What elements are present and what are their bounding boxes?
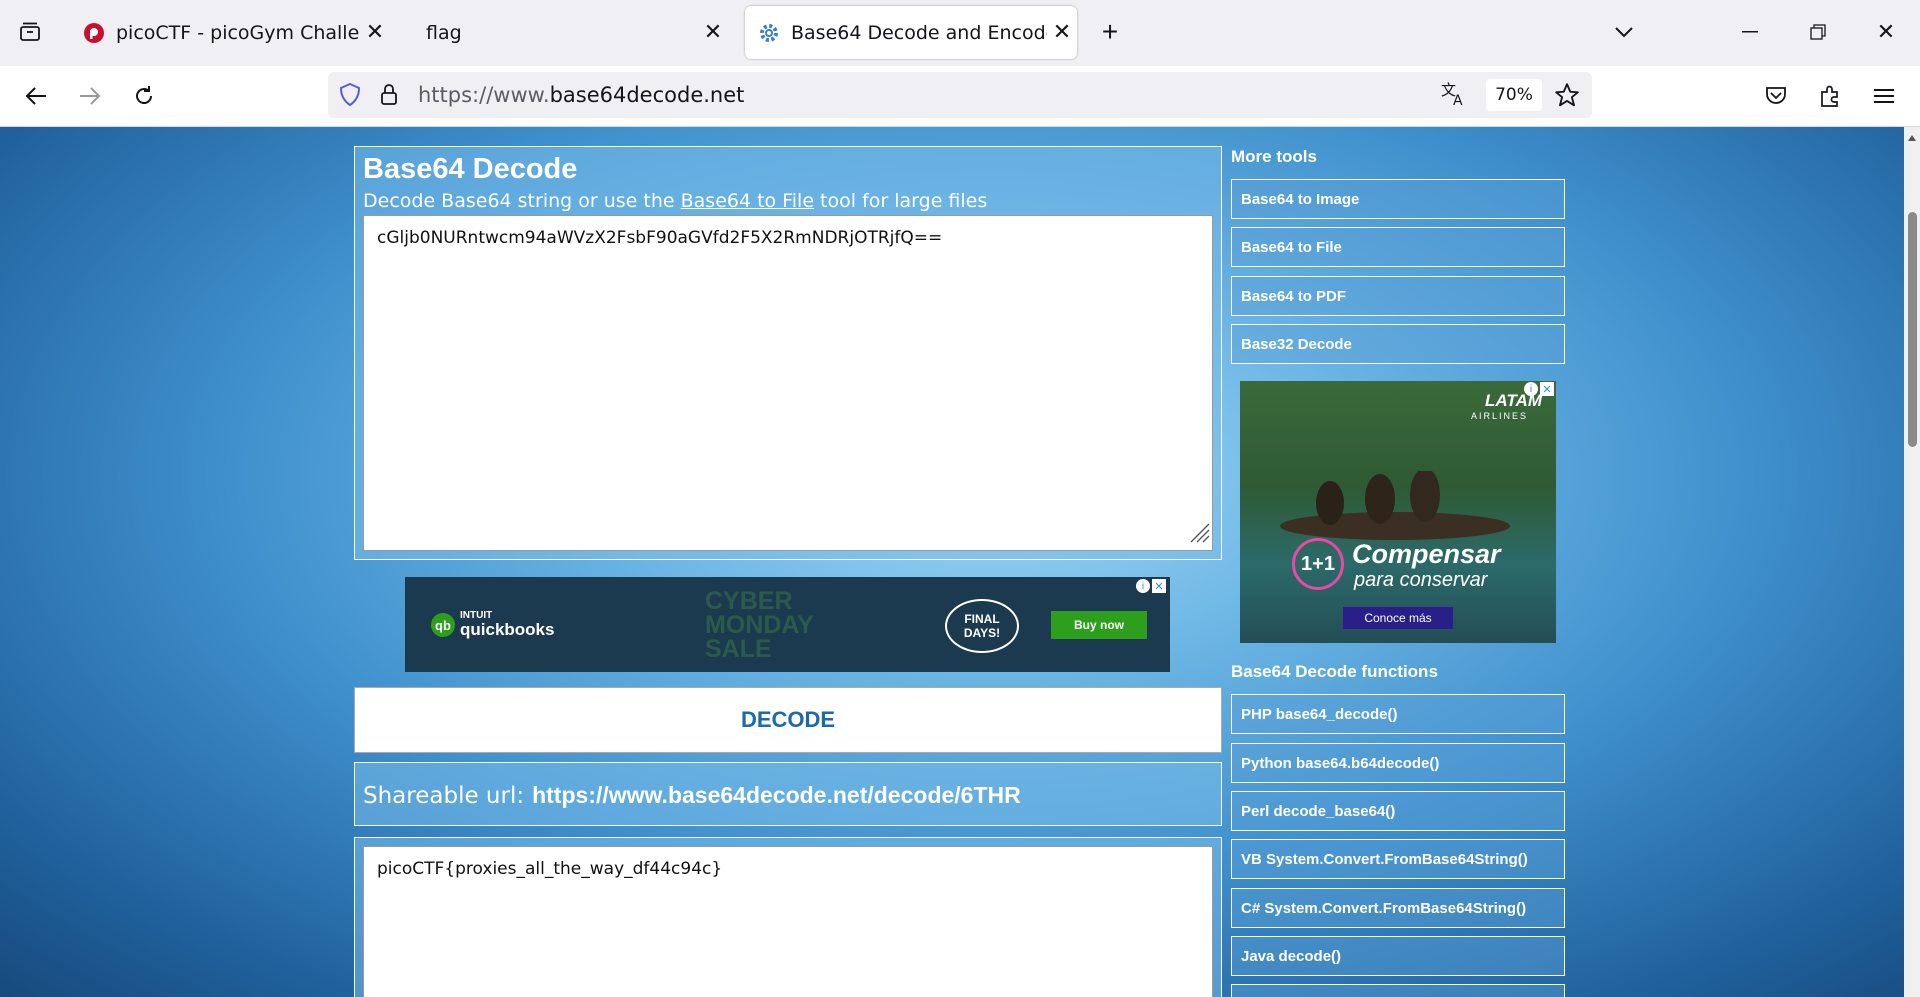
- tool-base64-to-pdf[interactable]: Base64 to PDF: [1231, 276, 1565, 316]
- menu-hamburger-icon[interactable]: [1862, 74, 1906, 118]
- function-python[interactable]: Python base64.b64decode(): [1231, 743, 1565, 783]
- page-title: Base64 Decode: [363, 153, 578, 185]
- tab-flag[interactable]: flag ✕: [406, 6, 728, 59]
- reload-icon[interactable]: [122, 74, 166, 118]
- back-icon[interactable]: [14, 74, 58, 118]
- input-value: cGljb0NURntwcm94aWVzX2FsbF90aGVfd2F5X2Rm…: [377, 228, 943, 248]
- output-value: picoCTF{proxies_all_the_way_df44c94c}: [377, 859, 723, 879]
- decoded-output-textarea[interactable]: picoCTF{proxies_all_the_way_df44c94c}: [363, 846, 1213, 997]
- function-csharp[interactable]: C# System.Convert.FromBase64String(): [1231, 888, 1565, 928]
- scrollbar-thumb[interactable]: [1908, 212, 1917, 447]
- bookmark-star-icon[interactable]: [1554, 82, 1580, 113]
- decode-button[interactable]: DECODE: [354, 687, 1222, 753]
- ad-side-controls: i ✕: [1524, 382, 1554, 396]
- page-content: Base64 Decode Decode Base64 string or us…: [0, 127, 1904, 997]
- svg-text:A: A: [1453, 93, 1463, 107]
- ad-info-icon[interactable]: i: [1136, 579, 1150, 593]
- ad-one-plus-one-badge: 1+1: [1292, 538, 1344, 590]
- latam-brand-sub: AIRLINES: [1470, 411, 1528, 421]
- tracking-shield-icon[interactable]: [339, 82, 361, 112]
- quickbooks-ad-banner[interactable]: qb INTUIT quickbooks CYBER MONDAY SALE F…: [405, 577, 1170, 672]
- ad-conoce-mas-button[interactable]: Conoce más: [1343, 607, 1453, 629]
- latam-ad[interactable]: LATAM AIRLINES 1+1 Compensar para conser…: [1240, 381, 1556, 643]
- restore-icon[interactable]: [1796, 10, 1840, 54]
- url-text[interactable]: https://www.base64decode.net: [418, 83, 744, 107]
- url-domain: base64decode.net: [549, 83, 745, 107]
- zoom-level-button[interactable]: 70%: [1486, 79, 1542, 111]
- share-label: Shareable url:: [363, 783, 525, 809]
- close-tab-icon[interactable]: ✕: [1047, 20, 1077, 45]
- gear-favicon-icon: [757, 21, 781, 45]
- new-tab-icon[interactable]: +: [1090, 10, 1130, 54]
- otters-photo: [1275, 468, 1515, 541]
- subtitle-text: Decode Base64 string or use the: [363, 190, 681, 212]
- function-php[interactable]: PHP base64_decode(): [1231, 694, 1565, 734]
- tab-title: picoCTF - picoGym Challenges: [116, 21, 360, 44]
- ad-info-icon[interactable]: i: [1524, 382, 1538, 396]
- ad-side-headline: Compensar: [1352, 539, 1501, 569]
- ad-headline: CYBER MONDAY SALE: [705, 587, 814, 663]
- minimize-icon[interactable]: [1728, 10, 1772, 54]
- base64-to-file-link[interactable]: Base64 to File: [681, 190, 814, 212]
- scroll-up-arrow-icon[interactable]: [1907, 129, 1917, 141]
- url-prefix: https://www.: [418, 83, 550, 107]
- tab-base64[interactable]: Base64 Decode and Encode - O ✕: [745, 6, 1077, 59]
- pocket-icon[interactable]: [1754, 74, 1798, 118]
- function-more[interactable]: [1231, 984, 1565, 997]
- tab-title: Base64 Decode and Encode - O: [791, 21, 1047, 44]
- page-subtitle: Decode Base64 string or use the Base64 t…: [363, 190, 987, 212]
- ad-close-icon[interactable]: ✕: [1540, 382, 1554, 396]
- subtitle-text-end: tool for large files: [814, 190, 988, 212]
- share-url-link[interactable]: https://www.base64decode.net/decode/6THR: [532, 782, 1021, 808]
- tool-base64-to-image[interactable]: Base64 to Image: [1231, 179, 1565, 219]
- ad-brand: quickbooks: [460, 620, 555, 639]
- translate-icon[interactable]: 文A: [1440, 81, 1468, 113]
- close-window-icon[interactable]: ✕: [1864, 10, 1908, 54]
- more-tools-heading: More tools: [1231, 147, 1317, 166]
- tool-base64-to-file[interactable]: Base64 to File: [1231, 227, 1565, 267]
- function-perl[interactable]: Perl decode_base64(): [1231, 791, 1565, 831]
- ad-side-headline2: para conservar: [1354, 569, 1488, 591]
- ad-close-icon[interactable]: ✕: [1152, 579, 1166, 593]
- extensions-puzzle-icon[interactable]: [1808, 74, 1852, 118]
- forward-icon[interactable]: [68, 74, 112, 118]
- close-tab-icon[interactable]: ✕: [698, 20, 728, 45]
- base64-input-textarea[interactable]: cGljb0NURntwcm94aWVzX2FsbF90aGVfd2F5X2Rm…: [363, 215, 1213, 551]
- shareable-url: Shareable url: https://www.base64decode.n…: [363, 782, 1021, 809]
- function-java[interactable]: Java decode(): [1231, 936, 1565, 976]
- ad-badge: FINAL DAYS!: [945, 599, 1019, 653]
- ad-controls: i ✕: [1136, 579, 1166, 593]
- picoctf-favicon-icon: [82, 21, 106, 45]
- resize-handle-icon[interactable]: [1188, 521, 1210, 548]
- tab-picogym[interactable]: picoCTF - picoGym Challenges ✕: [70, 6, 390, 59]
- page-scrollbar[interactable]: [1904, 127, 1920, 997]
- tool-base32-decode[interactable]: Base32 Decode: [1231, 324, 1565, 364]
- address-bar[interactable]: https://www.base64decode.net 文A 70%: [328, 72, 1592, 118]
- decode-functions-heading: Base64 Decode functions: [1231, 662, 1438, 681]
- tab-overview-icon[interactable]: [10, 10, 50, 54]
- lock-icon[interactable]: [379, 83, 399, 112]
- function-vb[interactable]: VB System.Convert.FromBase64String(): [1231, 839, 1565, 879]
- tab-title: flag: [426, 21, 462, 44]
- tab-strip: picoCTF - picoGym Challenges ✕ flag ✕ Ba…: [0, 0, 1920, 66]
- navigation-toolbar: https://www.base64decode.net 文A 70%: [0, 66, 1920, 127]
- quickbooks-logo-icon: qb: [431, 613, 455, 637]
- ad-buy-now-button[interactable]: Buy now: [1051, 611, 1147, 639]
- close-tab-icon[interactable]: ✕: [360, 20, 390, 45]
- list-tabs-chevron-icon[interactable]: [1604, 10, 1644, 54]
